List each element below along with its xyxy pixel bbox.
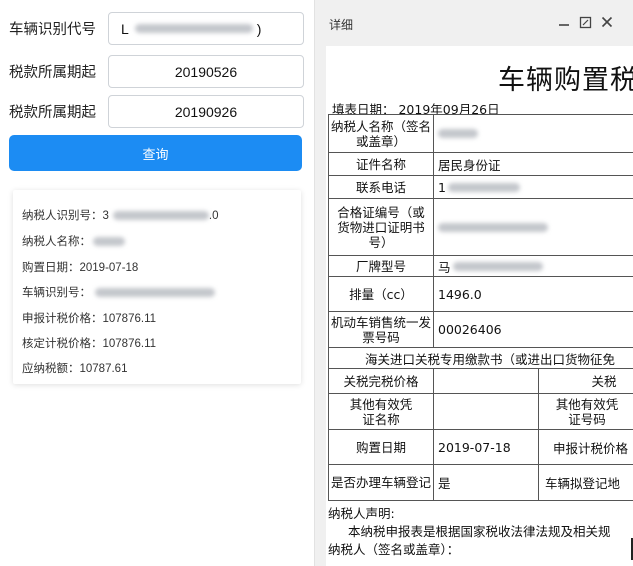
cell-registered-label: 是否办理车辆登记 bbox=[328, 464, 434, 501]
period-end-value: 20190926 bbox=[174, 103, 238, 120]
result-taxpayer-id-tail: .0 bbox=[208, 210, 219, 222]
cell-other-cert-no-label: 其他有效凭证号码 bbox=[538, 393, 633, 430]
vin-input-value-end: ) bbox=[256, 20, 262, 37]
tax-form-document: 车辆购置税 填表日期： 2019年09月26日 纳税人名称（签名或盖章） 证件名… bbox=[326, 46, 633, 566]
cell-phone-label: 联系电话 bbox=[328, 175, 434, 199]
minimize-icon[interactable] bbox=[555, 13, 573, 31]
result-tax-payable-value: 10787.61 bbox=[79, 363, 128, 375]
cell-other-cert-name-label: 其他有效凭证名称 bbox=[328, 393, 434, 430]
cell-displacement-value: 1496.0 bbox=[433, 276, 633, 312]
dialog-title: 详细 bbox=[329, 18, 354, 32]
period-end-input[interactable]: 20190926 bbox=[108, 95, 304, 128]
result-purchase-date: 购置日期：2019-07-18 bbox=[22, 259, 138, 275]
result-taxpayer-name-label: 纳税人名称： bbox=[22, 234, 91, 248]
cell-customs-tax-label: 关税 bbox=[538, 368, 633, 394]
cell-model-value: 马 bbox=[433, 255, 633, 277]
result-declared-price-label: 申报计税价格： bbox=[22, 311, 103, 325]
detail-dialog: 详细 车辆购置税 填表日期： 2019年09月26日 纳税人名称（签名或盖章） … bbox=[314, 0, 633, 566]
model-value: 马 bbox=[438, 259, 451, 275]
dialog-header: 详细 bbox=[315, 0, 633, 46]
cell-displacement-label: 排量（cc） bbox=[328, 276, 434, 312]
result-purchase-date-value: 2019-07-18 bbox=[79, 262, 139, 274]
cell-purchase-date-value: 2019-07-18 bbox=[433, 429, 539, 465]
period-start-value: 20190526 bbox=[174, 63, 238, 80]
cell-id-type-label: 证件名称 bbox=[328, 152, 434, 176]
period-start-input[interactable]: 20190526 bbox=[108, 55, 304, 88]
doc-title: 车辆购置税 bbox=[498, 65, 633, 96]
taxpayer-name-cell-redacted bbox=[438, 129, 478, 138]
result-assessed-price: 核定计税价格：107876.11 bbox=[22, 335, 156, 351]
cell-cert-value bbox=[433, 198, 633, 256]
result-card: 纳税人识别号：3 .0 纳税人名称： 购置日期：2019-07-18 车辆识别号：… bbox=[13, 190, 301, 384]
result-declared-price-value: 107876.11 bbox=[102, 313, 157, 325]
cert-redacted bbox=[438, 222, 548, 232]
result-assessed-price-label: 核定计税价格： bbox=[22, 336, 103, 350]
cell-customs-header: 海关进口关税专用缴款书（或进出口货物征免 bbox=[328, 347, 633, 369]
query-button[interactable]: 查询 bbox=[9, 135, 302, 171]
result-purchase-date-label: 购置日期： bbox=[22, 260, 80, 274]
cell-taxpayer-name-value bbox=[433, 114, 633, 153]
model-redacted bbox=[452, 261, 543, 271]
cell-id-type-value: 居民身份证 bbox=[433, 152, 633, 176]
declaration-title: 纳税人声明: bbox=[328, 506, 395, 521]
result-vin-label: 车辆识别号： bbox=[22, 285, 91, 299]
result-taxpayer-id: 纳税人识别号：3 .0 bbox=[22, 207, 219, 223]
result-taxpayer-name: 纳税人名称： bbox=[22, 233, 125, 249]
period-start-row: 税款所属期起 20190526 bbox=[0, 55, 312, 89]
maximize-icon[interactable] bbox=[576, 13, 594, 31]
period-end-label: 税款所属期起 bbox=[9, 105, 96, 121]
close-icon[interactable] bbox=[598, 13, 616, 31]
taxpayer-id-redacted bbox=[112, 211, 209, 220]
cell-invoice-label: 机动车销售统一发票号码 bbox=[328, 311, 434, 348]
cell-reg-place-label: 车辆拟登记地 bbox=[538, 464, 633, 501]
cell-customs-price-label: 关税完税价格 bbox=[328, 368, 434, 394]
vin-redacted bbox=[134, 24, 253, 33]
phone-redacted bbox=[447, 182, 520, 192]
cell-registered-value: 是 bbox=[433, 464, 539, 501]
result-tax-payable: 应纳税额：10787.61 bbox=[22, 360, 127, 376]
result-taxpayer-id-value: 3 bbox=[102, 210, 109, 222]
declaration-text: 本纳税申报表是根据国家税收法律法规及相关规 bbox=[348, 524, 611, 539]
cell-other-cert-name-value bbox=[433, 393, 539, 430]
cell-model-label: 厂牌型号 bbox=[328, 255, 434, 277]
cell-customs-price-value bbox=[433, 368, 539, 394]
vin-label: 车辆识别代号 bbox=[9, 22, 96, 38]
cell-phone-value: 1 bbox=[433, 175, 633, 199]
cell-purchase-date-label: 购置日期 bbox=[328, 429, 434, 465]
period-end-row: 税款所属期起 20190926 bbox=[0, 95, 312, 129]
signature-label: 纳税人（签名或盖章）： bbox=[328, 542, 460, 557]
vin-row: 车辆识别代号 L ) bbox=[0, 12, 312, 46]
query-panel: 车辆识别代号 L ) 税款所属期起 20190526 税款所属期起 201909… bbox=[0, 0, 312, 566]
result-tax-payable-label: 应纳税额： bbox=[22, 361, 80, 375]
cell-invoice-value: 00026406 bbox=[433, 311, 633, 348]
vin-input-value: L bbox=[121, 20, 129, 37]
result-assessed-price-value: 107876.11 bbox=[102, 338, 157, 350]
cell-declared-price-label: 申报计税价格 bbox=[538, 429, 633, 465]
period-start-label: 税款所属期起 bbox=[9, 65, 96, 81]
vin-input[interactable]: L ) bbox=[108, 12, 304, 45]
taxpayer-name-redacted bbox=[93, 237, 125, 246]
result-vin-redacted bbox=[95, 288, 215, 297]
result-taxpayer-id-label: 纳税人识别号： bbox=[22, 208, 103, 222]
phone-value: 1 bbox=[438, 179, 446, 195]
cell-taxpayer-name-label: 纳税人名称（签名或盖章） bbox=[328, 114, 434, 153]
result-vin: 车辆识别号： bbox=[22, 284, 215, 300]
result-declared-price: 申报计税价格：107876.11 bbox=[22, 310, 156, 326]
cell-cert-label: 合格证编号（或货物进口证明书号） bbox=[328, 198, 434, 256]
